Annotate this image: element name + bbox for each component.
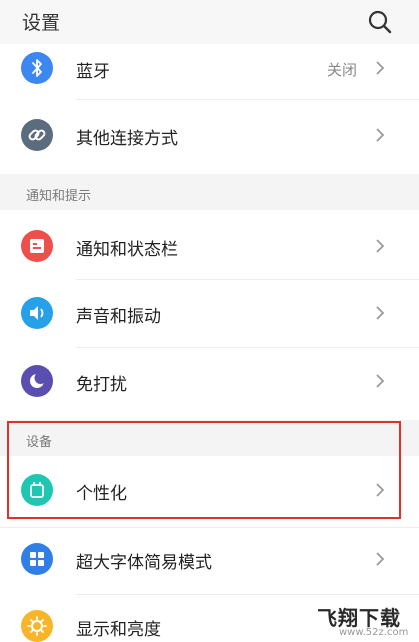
speaker-icon	[21, 297, 53, 329]
grid-icon	[21, 543, 53, 575]
settings-row-notifications[interactable]: 通知和状态栏	[0, 218, 419, 274]
settings-row-sound[interactable]: 声音和振动	[0, 287, 419, 343]
notification-icon	[21, 230, 53, 262]
section-label: 设备	[26, 435, 53, 450]
chevron-right-icon	[376, 61, 385, 75]
divider	[76, 594, 419, 595]
theme-icon	[21, 474, 53, 506]
row-label: 蓝牙	[76, 62, 110, 82]
search-icon	[368, 10, 392, 34]
settings-row-other-connections[interactable]: 其他连接方式	[0, 108, 419, 162]
chevron-right-icon	[376, 374, 385, 388]
row-label: 免打扰	[76, 375, 127, 395]
divider	[76, 347, 419, 348]
divider	[76, 279, 419, 280]
chevron-right-icon	[376, 552, 385, 566]
section-header-notifications: 通知和提示	[0, 174, 419, 210]
bluetooth-status: 关闭	[326, 61, 357, 79]
page-title: 设置	[22, 12, 61, 34]
watermark-logo: 飞翔下载 www.52z.com	[315, 602, 415, 640]
divider	[76, 99, 419, 100]
chevron-right-icon	[376, 306, 385, 320]
chevron-right-icon	[376, 128, 385, 142]
settings-row-bluetooth[interactable]: 蓝牙 关闭	[0, 44, 419, 92]
sun-icon	[21, 610, 53, 642]
watermark-url: www.52z.com	[339, 627, 409, 638]
row-label: 个性化	[76, 484, 127, 504]
app-header: 设置	[0, 0, 419, 44]
row-label: 超大字体简易模式	[76, 553, 212, 573]
bluetooth-icon	[21, 52, 53, 84]
row-label: 声音和振动	[76, 307, 161, 327]
divider	[0, 527, 419, 528]
settings-row-do-not-disturb[interactable]: 免打扰	[0, 354, 419, 410]
row-label: 显示和亮度	[76, 620, 161, 640]
moon-icon	[21, 365, 53, 397]
row-label: 通知和状态栏	[76, 240, 178, 260]
settings-row-personalization[interactable]: 个性化	[0, 461, 419, 517]
section-label: 通知和提示	[26, 189, 92, 204]
chevron-right-icon	[376, 239, 385, 253]
row-label: 其他连接方式	[76, 129, 178, 149]
search-button[interactable]	[364, 6, 396, 38]
link-icon	[21, 119, 53, 151]
settings-row-large-font[interactable]: 超大字体简易模式	[0, 532, 419, 588]
chevron-right-icon	[376, 483, 385, 497]
section-header-device: 设备	[0, 420, 419, 456]
